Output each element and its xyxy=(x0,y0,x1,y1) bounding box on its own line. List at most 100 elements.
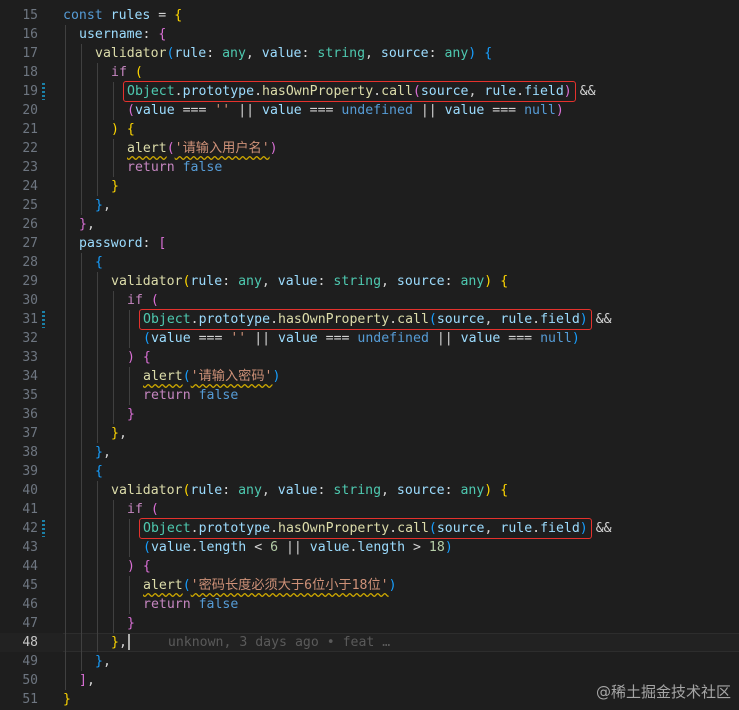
code-text[interactable]: return false xyxy=(127,158,222,177)
code-text[interactable]: if ( xyxy=(127,291,159,310)
code-text[interactable]: alert('请输入用户名') xyxy=(127,139,278,158)
code-token: hasOwnProperty xyxy=(262,84,374,99)
code-text[interactable]: validator(rule: any, value: string, sour… xyxy=(111,481,508,500)
code-line[interactable]: 28 { xyxy=(0,253,739,272)
code-line[interactable]: 34 alert('请输入密码') xyxy=(0,367,739,386)
indent-guide xyxy=(81,291,82,310)
code-text[interactable]: return false xyxy=(143,386,238,405)
code-line[interactable]: 26}, xyxy=(0,215,739,234)
code-text[interactable]: ) { xyxy=(111,120,135,139)
code-text[interactable]: }, xyxy=(95,652,111,671)
code-line[interactable]: 43 (value.length < 6 || value.length > 18… xyxy=(0,538,739,557)
code-text[interactable]: } xyxy=(111,177,119,196)
code-line[interactable]: 33) { xyxy=(0,348,739,367)
code-token: ) xyxy=(563,84,572,99)
code-text[interactable]: Object.prototype.hasOwnProperty.call(sou… xyxy=(139,309,612,330)
code-line[interactable]: 17 validator(rule: any, value: string, so… xyxy=(0,44,739,63)
code-line[interactable]: 23 return false xyxy=(0,158,739,177)
code-text[interactable]: alert('请输入密码') xyxy=(143,367,280,386)
code-line[interactable]: 31 Object.prototype.hasOwnProperty.call(s… xyxy=(0,309,739,330)
code-text[interactable]: }, xyxy=(79,215,95,234)
code-text[interactable]: validator(rule: any, value: string, sour… xyxy=(95,44,492,63)
code-line[interactable]: 27 password: [ xyxy=(0,234,739,253)
code-line[interactable]: 47} xyxy=(0,614,739,633)
code-line[interactable]: 35 return false xyxy=(0,386,739,405)
code-line[interactable]: 29 validator(rule: any, value: string, so… xyxy=(0,272,739,291)
code-text[interactable]: return false xyxy=(143,595,238,614)
code-token: Object xyxy=(127,84,175,99)
code-line[interactable]: 21) { xyxy=(0,120,739,139)
indent-guide xyxy=(65,386,66,405)
code-line[interactable]: 18 if ( xyxy=(0,63,739,82)
code-token: } xyxy=(79,217,87,232)
indent-guide xyxy=(129,576,130,595)
code-text[interactable]: ], xyxy=(79,671,95,690)
code-text[interactable]: { xyxy=(95,253,103,272)
code-content: }, xyxy=(95,445,111,460)
code-line[interactable]: 36} xyxy=(0,405,739,424)
code-editor[interactable]: 15 const rules = {16 username: {17 validato… xyxy=(0,0,739,710)
code-line[interactable]: 44) { xyxy=(0,557,739,576)
code-text[interactable]: { xyxy=(95,462,103,481)
code-token: string xyxy=(317,46,366,61)
indent-guide xyxy=(113,101,114,120)
code-text[interactable]: (value.length < 6 || value.length > 18) xyxy=(143,538,453,557)
code-text[interactable]: password: [ xyxy=(79,234,166,253)
code-text[interactable]: username: { xyxy=(79,25,166,44)
code-text[interactable]: Object.prototype.hasOwnProperty.call(sou… xyxy=(123,81,596,102)
code-text[interactable]: alert('密码长度必须大于6位小于18位') xyxy=(143,576,397,595)
code-text[interactable]: if ( xyxy=(111,63,143,82)
code-line[interactable]: 32 (value === '' || value === undefined |… xyxy=(0,329,739,348)
code-text[interactable]: ) { xyxy=(127,348,151,367)
code-line[interactable]: 49}, xyxy=(0,652,739,671)
code-line[interactable]: 30 if ( xyxy=(0,291,739,310)
git-change-marker[interactable] xyxy=(42,83,45,100)
code-text[interactable]: Object.prototype.hasOwnProperty.call(sou… xyxy=(139,518,612,539)
code-token: = xyxy=(150,8,175,23)
code-line[interactable]: 16 username: { xyxy=(0,25,739,44)
git-change-marker[interactable] xyxy=(42,311,45,328)
code-line[interactable]: 46 return false xyxy=(0,595,739,614)
git-change-marker[interactable] xyxy=(42,520,45,537)
watermark: @稀土掘金技术社区 xyxy=(595,683,731,701)
git-blame-annotation[interactable]: unknown, 3 days ago • feat … xyxy=(168,635,390,650)
code-line[interactable]: 22 alert('请输入用户名') xyxy=(0,139,739,158)
code-line[interactable]: 48}, unknown, 3 days ago • feat … xyxy=(0,633,739,652)
code-token: ( xyxy=(127,103,135,118)
code-line[interactable]: 38}, xyxy=(0,443,739,462)
code-line[interactable]: 15 const rules = { xyxy=(0,6,739,25)
code-text[interactable]: }, unknown, 3 days ago • feat … xyxy=(111,633,390,652)
code-line[interactable]: 45 alert('密码长度必须大于6位小于18位') xyxy=(0,576,739,595)
code-token: source xyxy=(436,521,485,536)
code-line[interactable]: 19 Object.prototype.hasOwnProperty.call(s… xyxy=(0,81,739,102)
code-line[interactable]: 42 Object.prototype.hasOwnProperty.call(s… xyxy=(0,518,739,539)
code-line[interactable]: 20 (value === '' || value === undefined |… xyxy=(0,101,739,120)
code-text[interactable]: } xyxy=(127,405,135,424)
code-text[interactable]: if ( xyxy=(127,500,159,519)
code-text[interactable]: (value === '' || value === undefined || … xyxy=(143,329,580,348)
code-text[interactable]: }, xyxy=(111,424,127,443)
indent-guide xyxy=(129,595,130,614)
code-line[interactable]: 41 if ( xyxy=(0,500,739,519)
indent-guide xyxy=(81,253,82,272)
indent-guide xyxy=(65,652,66,671)
code-text[interactable]: } xyxy=(63,690,71,709)
indent-guide xyxy=(65,158,66,177)
code-token: ) xyxy=(444,540,453,555)
code-text[interactable]: } xyxy=(127,614,135,633)
code-text[interactable]: }, xyxy=(95,443,111,462)
code-line[interactable]: 25}, xyxy=(0,196,739,215)
code-text[interactable]: ) { xyxy=(127,557,151,576)
code-line[interactable]: 24} xyxy=(0,177,739,196)
code-line[interactable]: 40 validator(rule: any, value: string, so… xyxy=(0,481,739,500)
code-text[interactable]: const rules = { xyxy=(63,6,182,25)
code-text[interactable]: }, xyxy=(95,196,111,215)
indent-guide xyxy=(65,348,66,367)
code-line[interactable]: 39 { xyxy=(0,462,739,481)
code-token: , xyxy=(365,46,381,61)
code-token: . xyxy=(254,84,263,99)
code-text[interactable]: (value === '' || value === undefined || … xyxy=(127,101,564,120)
code-line[interactable]: 37}, xyxy=(0,424,739,443)
code-token: { xyxy=(126,122,135,137)
code-text[interactable]: validator(rule: any, value: string, sour… xyxy=(111,272,508,291)
